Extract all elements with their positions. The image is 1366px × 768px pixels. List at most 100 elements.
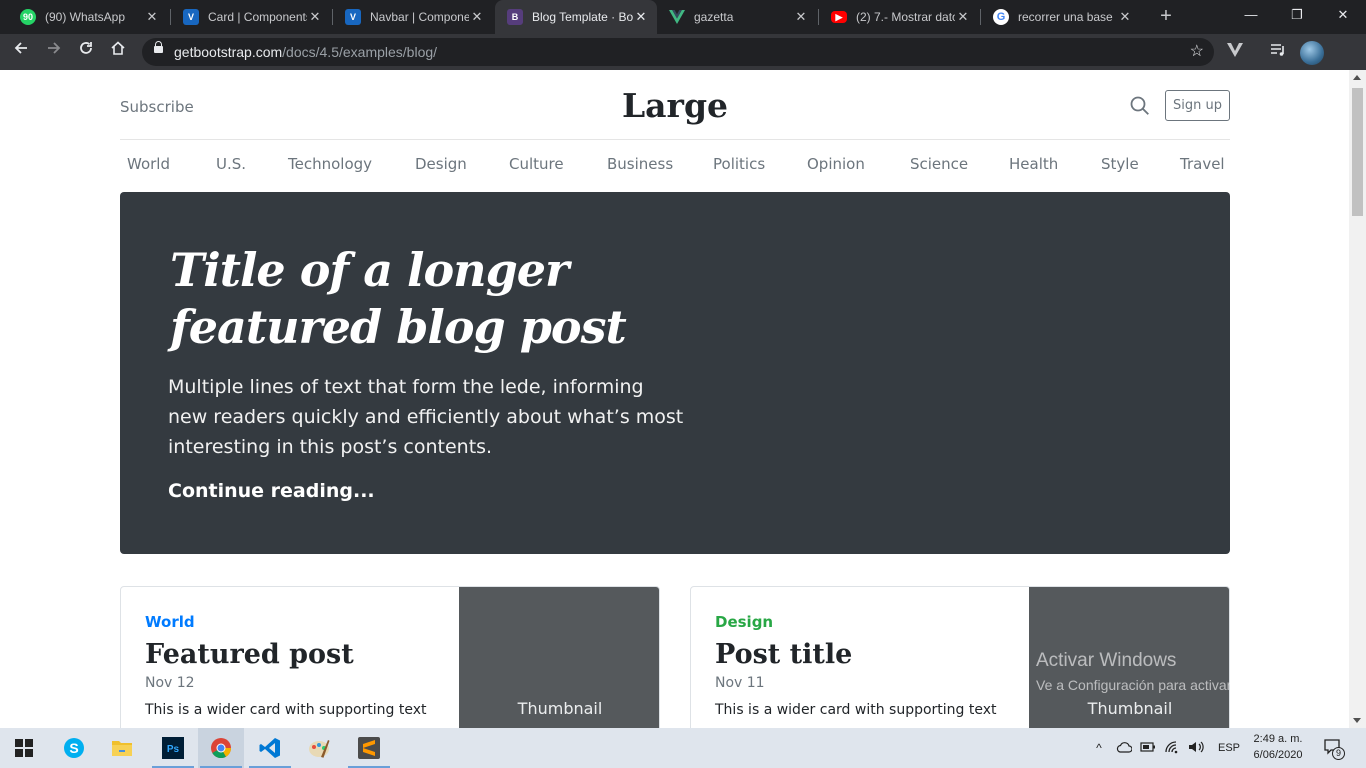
photoshop-icon[interactable]: Ps <box>150 728 196 768</box>
tab-title: (90) WhatsApp <box>45 10 126 24</box>
tab-youtube[interactable]: ▶ (2) 7.- Mostrar datos ✕ <box>819 0 979 34</box>
card-body: Design Post title Nov 11 This is a wider… <box>715 613 1015 718</box>
notification-count-badge: 9 <box>1332 747 1345 760</box>
tab-blog-template[interactable]: B Blog Template · Bootstrap ✕ <box>495 0 657 34</box>
tab-google-search[interactable]: G recorrer una base ✕ <box>981 0 1141 34</box>
skype-icon[interactable]: S <box>51 728 97 768</box>
new-tab-button[interactable]: + <box>1154 4 1178 28</box>
card-thumbnail: Thumbnail <box>459 587 659 728</box>
back-arrow-icon[interactable] <box>9 40 33 64</box>
tab-title: gazetta <box>694 10 734 24</box>
tab-whatsapp[interactable]: 90 (90) WhatsApp ✕ <box>8 0 168 34</box>
nav-item-us[interactable]: U.S. <box>216 155 246 173</box>
file-explorer-icon[interactable] <box>99 728 145 768</box>
close-window-button[interactable]: ✕ <box>1320 0 1366 30</box>
vuejs-devtools-icon[interactable] <box>1223 40 1247 64</box>
battery-icon[interactable] <box>1140 741 1156 756</box>
notification-center-icon[interactable]: 9 <box>1323 738 1345 760</box>
tab-card-components[interactable]: V Card | Components ✕ <box>171 0 331 34</box>
page-viewport: Subscribe Large Sign up World U.S. Techn… <box>0 70 1349 728</box>
whatsapp-badge: 90 <box>22 12 33 22</box>
close-tab-icon[interactable]: ✕ <box>469 9 485 25</box>
language-indicator[interactable]: ESP <box>1218 742 1240 754</box>
close-tab-icon[interactable]: ✕ <box>1117 9 1133 25</box>
search-icon[interactable] <box>1130 96 1150 116</box>
windows-taskbar: S Ps ^ ESP 2:49 a. m. 6/06/2020 9 <box>0 728 1366 768</box>
restore-button[interactable]: ❐ <box>1274 0 1320 30</box>
thumbnail-label: Thumbnail <box>517 699 603 718</box>
nav-item-style[interactable]: Style <box>1101 155 1139 173</box>
tab-title: Navbar | Components <box>370 10 469 24</box>
wifi-icon[interactable] <box>1164 740 1180 757</box>
sign-up-button[interactable]: Sign up <box>1165 90 1230 121</box>
close-tab-icon[interactable]: ✕ <box>307 9 323 25</box>
sublime-text-icon[interactable] <box>346 728 392 768</box>
featured-post-title: Title of a longer featured blog post <box>170 243 627 354</box>
svg-text:Ps: Ps <box>167 744 180 755</box>
system-clock[interactable]: 2:49 a. m. 6/06/2020 <box>1240 731 1316 763</box>
card-date: Nov 12 <box>145 675 195 691</box>
forward-arrow-icon[interactable] <box>42 40 66 64</box>
tab-title: Blog Template · Bootstrap <box>532 10 633 24</box>
close-tab-icon[interactable]: ✕ <box>793 9 809 25</box>
tab-title: Card | Components <box>208 10 307 24</box>
profile-avatar[interactable] <box>1300 41 1324 65</box>
blog-header: Subscribe Large Sign up <box>120 70 1230 140</box>
nav-item-opinion[interactable]: Opinion <box>807 155 865 173</box>
category-nav: World U.S. Technology Design Culture Bus… <box>120 140 1230 190</box>
minimize-button[interactable]: — <box>1228 0 1274 30</box>
url-host: getbootstrap.com <box>174 44 283 60</box>
home-icon[interactable] <box>106 40 130 64</box>
nav-item-culture[interactable]: Culture <box>509 155 564 173</box>
featured-post-jumbotron: Title of a longer featured blog post Mul… <box>120 192 1230 554</box>
watermark-title: Activar Windows <box>1036 650 1177 671</box>
close-tab-icon[interactable]: ✕ <box>633 9 649 25</box>
nav-item-world[interactable]: World <box>127 155 170 173</box>
address-bar[interactable]: getbootstrap.com/docs/4.5/examples/blog/… <box>142 38 1214 66</box>
chrome-icon[interactable] <box>198 728 244 768</box>
nav-item-travel[interactable]: Travel <box>1180 155 1225 173</box>
bootstrap-icon: B <box>507 9 523 25</box>
volume-icon[interactable] <box>1188 740 1206 757</box>
google-icon: G <box>993 9 1009 25</box>
close-tab-icon[interactable]: ✕ <box>144 9 160 25</box>
tab-gazetta[interactable]: gazetta ✕ <box>657 0 817 34</box>
nav-item-politics[interactable]: Politics <box>713 155 765 173</box>
vscode-icon[interactable] <box>247 728 293 768</box>
system-tray: ^ ESP <box>1092 728 1240 768</box>
card-title: Featured post <box>145 639 354 670</box>
scroll-down-arrow-icon[interactable] <box>1353 718 1361 723</box>
youtube-icon: ▶ <box>831 11 847 23</box>
browser-toolbar: getbootstrap.com/docs/4.5/examples/blog/… <box>0 34 1366 70</box>
nav-item-health[interactable]: Health <box>1009 155 1058 173</box>
onedrive-cloud-icon[interactable] <box>1116 741 1133 756</box>
nav-item-technology[interactable]: Technology <box>288 155 372 173</box>
vuetify-icon: V <box>183 9 199 25</box>
card-text: This is a wider card with supporting tex… <box>145 702 427 718</box>
nav-item-science[interactable]: Science <box>910 155 968 173</box>
featured-post-lead: Multiple lines of text that form the led… <box>168 376 684 458</box>
nav-item-business[interactable]: Business <box>607 155 673 173</box>
close-tab-icon[interactable]: ✕ <box>955 9 971 25</box>
windows-activation-watermark: Activar Windows Ve a Configuración para … <box>1036 650 1296 693</box>
page-scrollbar[interactable] <box>1349 70 1366 728</box>
windows-start-icon[interactable] <box>1 728 47 768</box>
svg-text:S: S <box>69 740 78 756</box>
card-category: World <box>145 613 195 631</box>
nav-item-design[interactable]: Design <box>415 155 467 173</box>
tab-title: recorrer una base <box>1018 10 1113 24</box>
bookmark-star-icon[interactable]: ☆ <box>1190 41 1204 61</box>
vue-icon <box>669 9 685 25</box>
blog-logo[interactable]: Large <box>120 86 1230 125</box>
continue-reading-link[interactable]: Continue reading... <box>168 480 375 502</box>
lock-icon <box>154 41 163 53</box>
paint-icon[interactable] <box>296 728 342 768</box>
tab-navbar-components[interactable]: V Navbar | Components ✕ <box>333 0 493 34</box>
media-controls-icon[interactable] <box>1266 40 1290 64</box>
card-category: Design <box>715 613 774 631</box>
reload-icon[interactable] <box>74 40 98 64</box>
chevron-up-icon[interactable]: ^ <box>1092 741 1106 755</box>
scroll-up-arrow-icon[interactable] <box>1353 75 1361 80</box>
browser-tab-strip: 90 (90) WhatsApp ✕ V Card | Components ✕… <box>0 0 1366 34</box>
scrollbar-thumb[interactable] <box>1352 88 1363 216</box>
